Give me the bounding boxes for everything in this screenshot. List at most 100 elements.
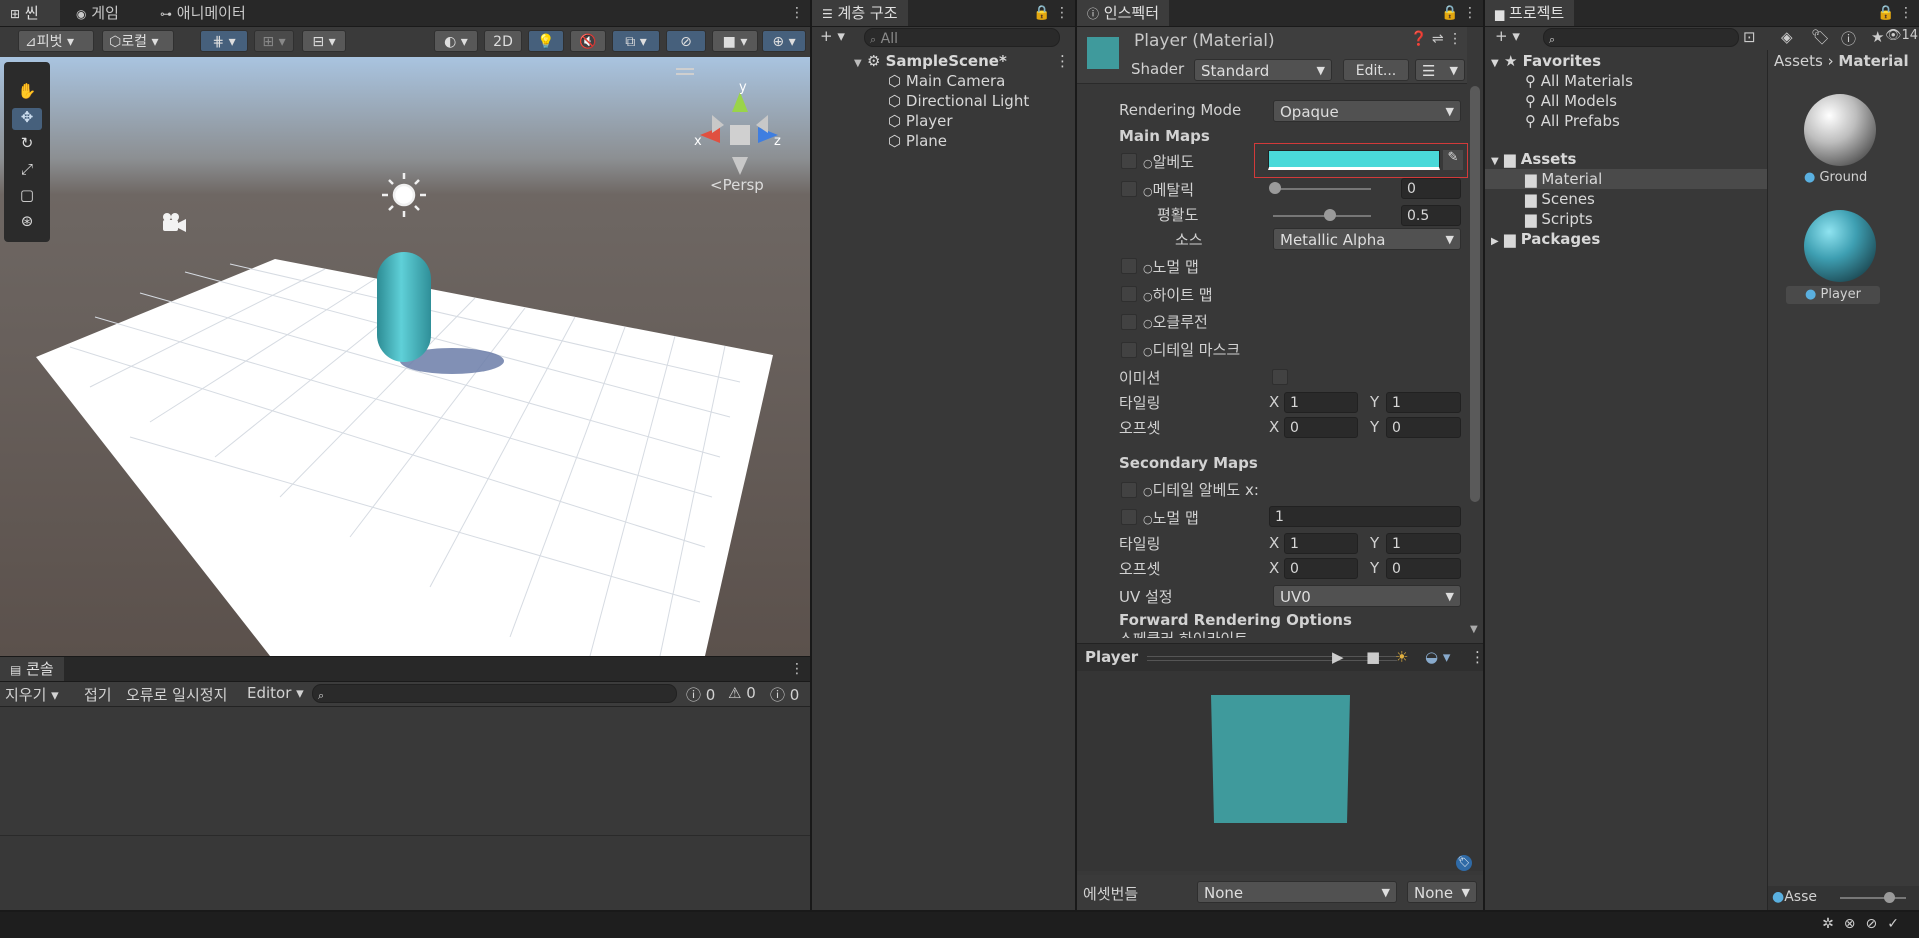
smoothness-slider-track[interactable]	[1273, 215, 1371, 217]
tab-game[interactable]: ◉ 게임	[66, 0, 129, 26]
preview-area[interactable]: 🏷	[1077, 671, 1483, 871]
scene-viewport[interactable]: y x z <Persp	[0, 57, 810, 656]
effects-toggle-icon[interactable]: ⧉ ▾	[612, 30, 660, 52]
visibility-toggle-icon[interactable]: ⊘	[666, 30, 706, 52]
metallic-slider-track[interactable]	[1273, 188, 1371, 190]
tab-console[interactable]: ▤ 콘솔	[0, 657, 64, 681]
rotate-tool-icon[interactable]: ↻	[12, 134, 42, 156]
offset-y-field[interactable]: 0	[1386, 417, 1461, 438]
local-dropdown[interactable]: ⬡로컬 ▾	[102, 30, 174, 52]
albedo-color-field[interactable]	[1268, 150, 1440, 170]
pivot-dropdown[interactable]: ⊿피벗 ▾	[18, 30, 94, 52]
assetbundle-dropdown[interactable]: None ▼	[1197, 881, 1397, 903]
bug-icon[interactable]: ✲	[1822, 916, 1844, 932]
inspector-scrollbar[interactable]	[1470, 86, 1480, 502]
tab-scene[interactable]: ⊞ 씬	[0, 0, 60, 26]
warning-filter-icon[interactable]: ⓘ	[1841, 28, 1856, 49]
light-toggle-icon[interactable]: ☀	[1395, 648, 1408, 666]
hierarchy-lock-icon[interactable]: 🔒 ⋮	[1033, 0, 1069, 26]
packages-folder-item[interactable]: ▶ ▆ Packages	[1491, 230, 1600, 248]
search-by-type-icon[interactable]: ⊡	[1743, 28, 1756, 46]
normal-map2-scale-field[interactable]: 1	[1269, 506, 1461, 527]
label-icon[interactable]: 🏷	[1811, 28, 1830, 46]
stop-icon[interactable]: ■	[1366, 648, 1380, 666]
rect-tool-icon[interactable]: ▢	[12, 186, 42, 208]
debug-icon[interactable]: ⊗	[1844, 916, 1866, 932]
albedo-texture-slot[interactable]	[1121, 153, 1137, 169]
detail-mask-slot[interactable]	[1121, 342, 1137, 358]
metallic-value-field[interactable]: 0	[1401, 178, 1461, 199]
thumbnail-size-thumb[interactable]	[1884, 892, 1895, 903]
console-log-area[interactable]	[0, 707, 810, 836]
check-icon[interactable]: ✓	[1887, 916, 1909, 932]
smoothness-slider-thumb-pos[interactable]	[1324, 209, 1336, 221]
hierarchy-item-main-camera[interactable]: ⬡ Main Camera	[888, 72, 1005, 90]
fav-all-models[interactable]: ⚲ All Models	[1525, 92, 1617, 110]
error-pause-button[interactable]: 오류로 일시정지	[126, 684, 227, 705]
folder-scripts[interactable]: ▆ Scripts	[1525, 210, 1593, 228]
thumbnail-size-slider[interactable]	[1840, 897, 1906, 899]
gizmos-toggle-icon[interactable]: ⊕ ▾	[762, 30, 806, 52]
normal-map-slot[interactable]	[1121, 258, 1137, 274]
tab-hierarchy[interactable]: ☰ 계층 구조	[812, 0, 908, 26]
fav-all-prefabs[interactable]: ⚲ All Prefabs	[1525, 112, 1620, 130]
tab-animator[interactable]: ⊶ 애니메이터	[150, 0, 256, 26]
favorite-star-icon[interactable]: ★	[1871, 28, 1884, 46]
snap-increment-button[interactable]: ⊞ ▾	[254, 30, 294, 52]
offset2-y-field[interactable]: 0	[1386, 558, 1461, 579]
favorites-item[interactable]: ▼ ★ Favorites	[1491, 52, 1601, 70]
console-menu-icon[interactable]: ⋮	[790, 657, 804, 681]
project-lock-icon[interactable]: 🔒 ⋮	[1877, 0, 1913, 26]
mode-2d-button[interactable]: 2D	[484, 30, 522, 52]
project-create-button[interactable]: + ▾	[1495, 27, 1520, 45]
create-button[interactable]: + ▾	[820, 27, 845, 45]
assets-folder-item[interactable]: ▼ ▆ Assets	[1491, 150, 1576, 168]
shader-dropdown[interactable]: Standard ▼	[1194, 59, 1332, 81]
folder-material[interactable]: ▆ Material	[1525, 170, 1602, 188]
tiling2-y-field[interactable]: 1	[1386, 533, 1461, 554]
offset2-x-field[interactable]: 0	[1284, 558, 1358, 579]
hierarchy-item-plane[interactable]: ⬡ Plane	[888, 132, 947, 150]
assetbundle-variant-dropdown[interactable]: None ▼	[1407, 881, 1477, 903]
tab-project[interactable]: ▆ 프로젝트	[1485, 0, 1575, 26]
asset-player[interactable]: ● Player	[1786, 208, 1890, 358]
camera-settings-icon[interactable]: ■ ▾	[712, 30, 758, 52]
uv-set-dropdown[interactable]: UV0 ▼	[1273, 585, 1461, 607]
preview-menu-icon[interactable]: ⋮	[1470, 648, 1483, 666]
tiling2-x-field[interactable]: 1	[1284, 533, 1358, 554]
project-search-input[interactable]: ⌕	[1543, 28, 1739, 47]
normal-map2-slot[interactable]	[1121, 509, 1137, 525]
scroll-down-icon[interactable]: ▼	[1470, 624, 1478, 635]
scale-tool-icon[interactable]: ⤢	[12, 160, 42, 182]
shader-options-dropdown[interactable]: ☰ ▼	[1415, 59, 1465, 81]
collapse-button[interactable]: 접기	[84, 684, 112, 705]
preview-shape-icon[interactable]: ◒ ▾	[1425, 648, 1450, 666]
folder-scenes[interactable]: ▆ Scenes	[1525, 190, 1595, 208]
help-icon[interactable]: ❓ ⇌ ⋮	[1410, 31, 1462, 47]
fav-all-materials[interactable]: ⚲ All Materials	[1525, 72, 1633, 90]
network-icon[interactable]: ⊘	[1866, 916, 1888, 932]
detail-albedo-slot[interactable]	[1121, 482, 1137, 498]
rendering-mode-dropdown[interactable]: Opaque ▼	[1273, 100, 1461, 122]
shader-edit-button[interactable]: Edit...	[1343, 59, 1409, 81]
lighting-toggle-icon[interactable]: 💡	[528, 30, 564, 52]
offset-x-field[interactable]: 0	[1284, 417, 1358, 438]
tag-icon[interactable]: 🏷	[1456, 855, 1472, 871]
smoothness-value-field[interactable]: 0.5	[1401, 205, 1461, 226]
play-icon[interactable]: ▶	[1332, 648, 1344, 666]
transform-tool-icon[interactable]: ⊛	[12, 212, 42, 234]
persp-label[interactable]: <Persp	[710, 176, 764, 194]
editor-dropdown[interactable]: Editor ▾	[247, 684, 304, 702]
tiling-x-field[interactable]: 1	[1284, 392, 1358, 413]
preview-drag-handle[interactable]	[1147, 656, 1397, 661]
clear-button[interactable]: 지우기 ▾	[5, 684, 59, 705]
inspector-lock-icon[interactable]: 🔒 ⋮	[1441, 0, 1477, 26]
warning-count-badge[interactable]: ⚠ 0	[728, 684, 756, 702]
draw-mode-button[interactable]: ◐ ▾	[434, 30, 478, 52]
hidden-count[interactable]: 👁14	[1885, 28, 1918, 43]
hand-tool-icon[interactable]: ✋	[12, 82, 42, 104]
metallic-slider-thumb[interactable]	[1269, 182, 1281, 194]
scene-menu-icon[interactable]: ⋮	[790, 0, 804, 26]
info-count-badge[interactable]: ⓘ 0	[686, 684, 715, 705]
hierarchy-search-input[interactable]: ⌕ All	[864, 28, 1060, 47]
